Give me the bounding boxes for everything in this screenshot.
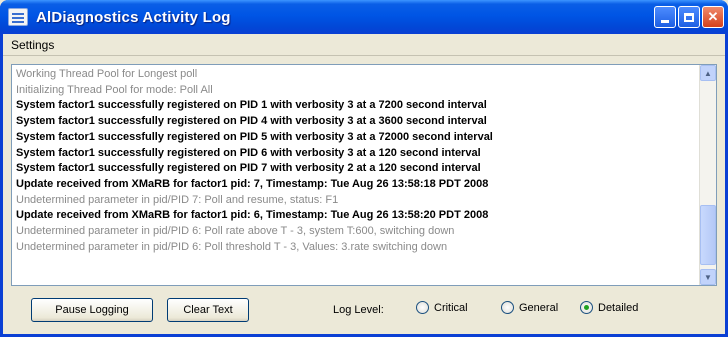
menu-bar: Settings	[3, 34, 725, 56]
activity-log-window: AlDiagnostics Activity Log ✕ Settings Wo…	[0, 0, 728, 337]
log-line: System factor1 successfully registered o…	[16, 130, 493, 143]
clear-text-button[interactable]: Clear Text	[167, 298, 249, 322]
radio-general-label: General	[519, 301, 559, 314]
window-controls: ✕	[654, 6, 724, 28]
log-line: Update received from XMaRB for factor1 p…	[16, 209, 489, 222]
log-lines: Working Thread Pool for Longest poll Init…	[16, 67, 696, 255]
scroll-down-icon[interactable]: ▼	[700, 269, 716, 285]
log-line: Undetermined parameter in pid/PID 6: Pol…	[16, 240, 448, 253]
scroll-thumb[interactable]	[700, 205, 716, 265]
log-line: Working Thread Pool for Longest poll	[16, 68, 198, 80]
radio-critical-label: Critical	[434, 301, 468, 314]
radio-critical-circle[interactable]	[416, 301, 429, 314]
pause-logging-button[interactable]: Pause Logging	[31, 298, 153, 322]
window-title: AlDiagnostics Activity Log	[36, 8, 231, 26]
menu-settings[interactable]: Settings	[3, 38, 62, 52]
log-level-label: Log Level:	[333, 304, 384, 316]
radio-general[interactable]: General	[501, 301, 558, 314]
vertical-scrollbar[interactable]: ▲ ▼	[699, 65, 716, 285]
radio-detailed-label: Detailed	[598, 301, 639, 314]
log-line: System factor1 successfully registered o…	[16, 115, 487, 128]
log-line: Initializing Thread Pool for mode: Poll …	[16, 83, 213, 96]
log-line: System factor1 successfully registered o…	[16, 146, 481, 159]
log-line: Undetermined parameter in pid/PID 7: Pol…	[16, 193, 339, 206]
log-line: System factor1 successfully registered o…	[16, 99, 487, 112]
close-icon: ✕	[707, 9, 719, 24]
log-line: Update received from XMaRB for factor1 p…	[16, 177, 489, 190]
app-log-icon	[8, 8, 28, 26]
maximize-icon	[684, 12, 694, 22]
scroll-up-icon[interactable]: ▲	[700, 65, 716, 81]
close-button[interactable]: ✕	[702, 6, 724, 28]
title-bar[interactable]: AlDiagnostics Activity Log ✕	[0, 0, 728, 34]
radio-detailed-circle[interactable]	[580, 301, 593, 314]
maximize-button[interactable]	[678, 6, 700, 28]
bottom-controls: Pause Logging Clear Text Log Level: Crit…	[3, 290, 725, 328]
radio-critical[interactable]: Critical	[416, 301, 468, 314]
radio-detailed[interactable]: Detailed	[580, 301, 638, 314]
minimize-icon	[661, 19, 669, 23]
minimize-button[interactable]	[654, 6, 676, 28]
log-line: System factor1 successfully registered o…	[16, 162, 481, 175]
log-text-area[interactable]: Working Thread Pool for Longest poll Init…	[11, 64, 717, 286]
radio-general-circle[interactable]	[501, 301, 514, 314]
log-line: Undetermined parameter in pid/PID 6: Pol…	[16, 225, 455, 238]
